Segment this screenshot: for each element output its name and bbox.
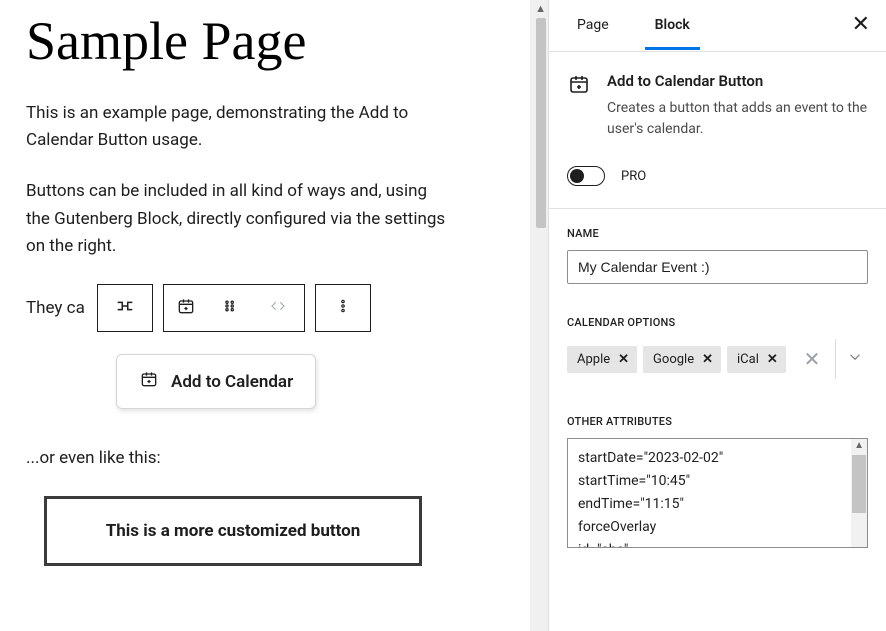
- page-title[interactable]: Sample Page: [26, 10, 504, 72]
- chevrons-icon: [265, 297, 291, 319]
- chip-label: iCal: [737, 352, 759, 367]
- sidebar-tabs: Page Block ✕: [549, 0, 886, 52]
- section-label: OTHER ATTRIBUTES: [567, 415, 868, 428]
- paragraph[interactable]: ...or even like this:: [26, 445, 446, 472]
- split-icon: [114, 295, 136, 321]
- more-vertical-icon: [334, 295, 352, 321]
- close-icon: ✕: [852, 11, 870, 36]
- paragraph[interactable]: This is an example page, demonstrating t…: [26, 100, 446, 154]
- button-label: Add to Calendar: [171, 372, 293, 392]
- block-description: Creates a button that adds an event to t…: [607, 98, 868, 140]
- drag-handle[interactable]: [208, 285, 252, 331]
- pro-toggle[interactable]: [567, 166, 605, 186]
- block-title: Add to Calendar Button: [607, 72, 868, 90]
- calendar-add-icon: [139, 369, 159, 394]
- block-header: Add to Calendar Button Creates a button …: [549, 52, 886, 158]
- toggle-knob: [570, 169, 584, 183]
- chip-ical[interactable]: iCal ✕: [727, 346, 786, 373]
- other-attributes-textarea[interactable]: ▲ startDate="2023-02-02" startTime="10:4…: [567, 438, 868, 548]
- pro-toggle-row: PRO: [549, 158, 886, 209]
- calendar-add-icon: [567, 72, 591, 96]
- section-label: NAME: [567, 227, 868, 240]
- more-options-button[interactable]: [315, 284, 371, 332]
- calendar-add-icon: [176, 296, 196, 320]
- scrollbar-thumb[interactable]: [852, 455, 866, 513]
- scroll-arrow-up-icon[interactable]: ▲: [854, 440, 864, 451]
- clear-options-button[interactable]: ✕: [795, 347, 829, 371]
- section-calendar-options: CALENDAR OPTIONS Apple ✕ Google ✕ iCal ✕: [549, 298, 886, 379]
- block-type-button[interactable]: [164, 285, 208, 331]
- section-other-attributes: OTHER ATTRIBUTES ▲ startDate="2023-02-02…: [549, 397, 886, 548]
- scrollbar-thumb[interactable]: [536, 18, 546, 228]
- settings-sidebar: Page Block ✕ Add to Calendar Button Crea…: [548, 0, 886, 631]
- chip-label: Google: [653, 352, 694, 367]
- editor-area: Sample Page This is an example page, dem…: [0, 0, 548, 631]
- chevron-down-icon: [846, 355, 864, 370]
- block-toolbar-row: They ca: [26, 284, 504, 332]
- attributes-text[interactable]: startDate="2023-02-02" startTime="10:45"…: [568, 439, 867, 548]
- section-name: NAME: [549, 209, 886, 284]
- section-label: CALENDAR OPTIONS: [567, 316, 868, 329]
- parent-block-button[interactable]: [97, 284, 153, 332]
- customized-calendar-button[interactable]: This is a more customized button: [44, 496, 422, 566]
- move-buttons[interactable]: [252, 285, 304, 331]
- drag-icon: [221, 297, 239, 319]
- paragraph-fragment[interactable]: They ca: [26, 298, 85, 318]
- close-icon[interactable]: ✕: [702, 353, 713, 366]
- scroll-arrow-up-icon[interactable]: ▲: [535, 2, 546, 15]
- calendar-option-chips[interactable]: Apple ✕ Google ✕ iCal ✕: [567, 346, 795, 373]
- tab-page[interactable]: Page: [565, 3, 621, 49]
- divider: [835, 339, 836, 379]
- add-to-calendar-button[interactable]: Add to Calendar: [116, 354, 316, 409]
- close-icon[interactable]: ✕: [767, 353, 778, 366]
- paragraph[interactable]: Buttons can be included in all kind of w…: [26, 178, 446, 260]
- name-input[interactable]: [567, 250, 868, 284]
- chip-apple[interactable]: Apple ✕: [567, 346, 637, 373]
- chip-google[interactable]: Google ✕: [643, 346, 721, 373]
- expand-options-button[interactable]: [842, 348, 868, 370]
- tab-block[interactable]: Block: [643, 3, 702, 49]
- close-sidebar-button[interactable]: ✕: [852, 13, 870, 35]
- block-toolbar: [163, 284, 305, 332]
- close-icon: ✕: [804, 347, 821, 371]
- close-icon[interactable]: ✕: [618, 353, 629, 366]
- chip-label: Apple: [577, 352, 610, 367]
- pro-label: PRO: [621, 169, 646, 184]
